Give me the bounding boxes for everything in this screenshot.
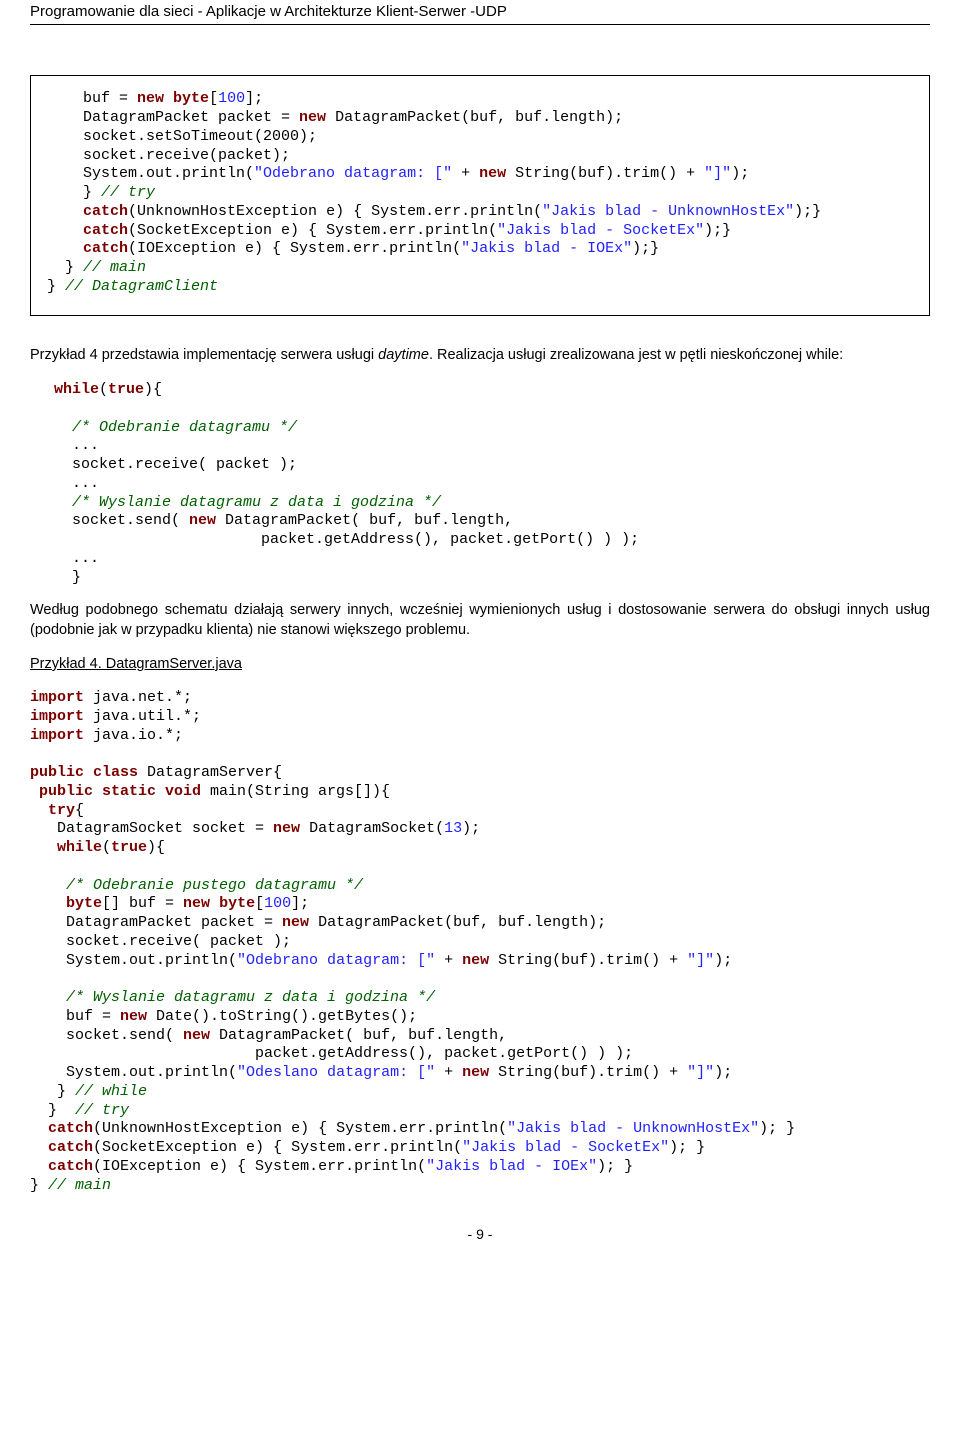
code-line: System.out.println("Odebrano datagram: [… bbox=[47, 165, 749, 182]
code-line: /* Odebranie pustego datagramu */ bbox=[30, 877, 363, 894]
code-line: buf = new Date().toString().getBytes(); bbox=[30, 1008, 417, 1025]
code-line: /* Wyslanie datagramu z data i godzina *… bbox=[30, 989, 435, 1006]
code-line: socket.send( new DatagramPacket( buf, bu… bbox=[54, 512, 513, 529]
code-line: ... bbox=[54, 437, 99, 454]
code-line: } // while bbox=[30, 1083, 147, 1100]
code-line: socket.receive( packet ); bbox=[54, 456, 297, 473]
code-line: ... bbox=[54, 550, 99, 567]
code-line: } // main bbox=[30, 1177, 111, 1194]
code-line: catch(UnknownHostException e) { System.e… bbox=[30, 1120, 795, 1137]
code-line: } // try bbox=[47, 184, 155, 201]
code-snippet-while: while(true){ /* Odebranie datagramu */ .… bbox=[30, 375, 930, 593]
code-line: catch(SocketException e) { System.err.pr… bbox=[30, 1139, 705, 1156]
code-block-client: buf = new byte[100]; DatagramPacket pack… bbox=[30, 75, 930, 315]
code-line: try{ bbox=[30, 802, 84, 819]
code-line: ... bbox=[54, 475, 99, 492]
code-line: socket.setSoTimeout(2000); bbox=[47, 128, 317, 145]
code-line: socket.receive(packet); bbox=[47, 147, 290, 164]
code-line: while(true){ bbox=[54, 381, 162, 398]
page-number: - 9 - bbox=[30, 1225, 930, 1244]
paragraph-2: Według podobnego schematu działają serwe… bbox=[30, 601, 930, 640]
code-line: import java.util.*; bbox=[30, 708, 201, 725]
code-line: catch(IOException e) { System.err.printl… bbox=[30, 1158, 633, 1175]
code-line: } // main bbox=[47, 259, 146, 276]
code-line: DatagramPacket packet = new DatagramPack… bbox=[47, 109, 623, 126]
code-line: while(true){ bbox=[30, 839, 165, 856]
code-line: socket.send( new DatagramPacket( buf, bu… bbox=[30, 1027, 507, 1044]
code-line: packet.getAddress(), packet.getPort() ) … bbox=[30, 1045, 633, 1062]
code-line: buf = new byte[100]; bbox=[47, 90, 263, 107]
code-line: System.out.println("Odebrano datagram: [… bbox=[30, 952, 732, 969]
code-line: import java.io.*; bbox=[30, 727, 183, 744]
code-line: public class DatagramServer{ bbox=[30, 764, 282, 781]
code-line: packet.getAddress(), packet.getPort() ) … bbox=[54, 531, 639, 548]
code-line: } // DatagramClient bbox=[47, 278, 218, 295]
code-line: public static void main(String args[]){ bbox=[30, 783, 390, 800]
paragraph-1: Przykład 4 przedstawia implementację ser… bbox=[30, 346, 930, 366]
code-block-server: import java.net.*; import java.util.*; i… bbox=[30, 689, 930, 1195]
code-line: DatagramPacket packet = new DatagramPack… bbox=[30, 914, 606, 931]
code-line: } // try bbox=[30, 1102, 129, 1119]
example-heading-4: Przykład 4. DatagramServer.java bbox=[30, 655, 930, 675]
code-line: /* Wyslanie datagramu z data i godzina *… bbox=[54, 494, 441, 511]
page-header: Programowanie dla sieci - Aplikacje w Ar… bbox=[30, 0, 930, 25]
code-line: catch(IOException e) { System.err.printl… bbox=[47, 240, 659, 257]
code-line: import java.net.*; bbox=[30, 689, 192, 706]
code-line: DatagramSocket socket = new DatagramSock… bbox=[30, 820, 480, 837]
code-line: catch(UnknownHostException e) { System.e… bbox=[47, 203, 821, 220]
code-line: byte[] buf = new byte[100]; bbox=[30, 895, 309, 912]
code-line: System.out.println("Odeslano datagram: [… bbox=[30, 1064, 732, 1081]
code-line: /* Odebranie datagramu */ bbox=[54, 419, 297, 436]
code-line: catch(SocketException e) { System.err.pr… bbox=[47, 222, 731, 239]
code-line: } bbox=[54, 569, 81, 586]
code-line: socket.receive( packet ); bbox=[30, 933, 291, 950]
